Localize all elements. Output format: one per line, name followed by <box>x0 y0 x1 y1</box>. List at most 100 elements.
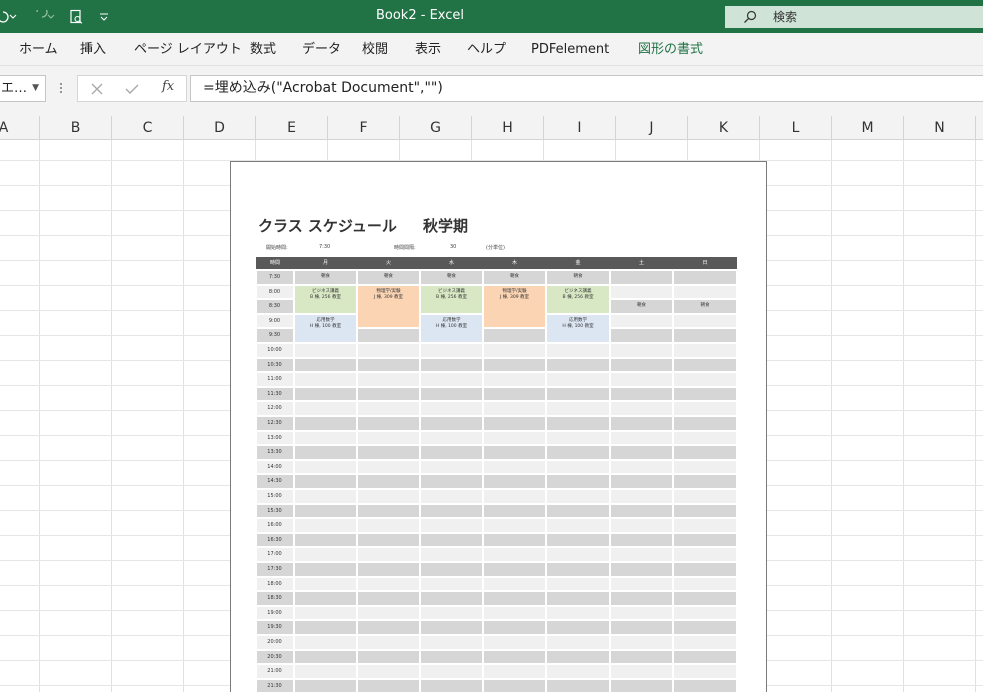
schedule-cell <box>611 402 672 415</box>
column-header[interactable]: G <box>400 116 472 140</box>
schedule-cell <box>295 402 356 415</box>
interval-unit: (分単位) <box>486 245 505 251</box>
class-event: 応用数学 H 棟, 100 教室 <box>295 314 356 342</box>
schedule-cell <box>358 592 419 605</box>
class-event: ビジネス講義 B 棟, 256 教室 <box>421 285 482 313</box>
tab-insert[interactable]: 挿入 <box>80 33 106 66</box>
column-header[interactable]: B <box>40 116 112 140</box>
column-header[interactable]: D <box>184 116 256 140</box>
schedule-cell <box>611 475 672 488</box>
schedule-cell <box>295 358 356 372</box>
column-header[interactable]: M <box>832 116 904 140</box>
schedule-row: 20:00 <box>256 635 737 650</box>
more-options-icon[interactable] <box>58 80 64 96</box>
schedule-cell <box>421 431 482 445</box>
class-event: ビジネス講義 B 棟, 256 教室 <box>295 285 356 313</box>
schedule-cell <box>674 665 736 678</box>
chevron-down-icon[interactable]: ▼ <box>32 76 39 101</box>
schedule-cell <box>358 519 419 532</box>
schedule-cell <box>547 533 609 547</box>
column-header[interactable]: C <box>112 116 184 140</box>
schedule-cell <box>421 387 482 401</box>
column-header[interactable]: L <box>760 116 832 140</box>
schedule-cell <box>674 417 736 430</box>
schedule-cell <box>547 519 609 532</box>
schedule-cell <box>611 504 672 518</box>
schedule-row: 15:00 <box>256 489 737 504</box>
schedule-cell <box>295 606 356 620</box>
column-headers: ABCDEFGHIJKLMN <box>0 116 983 140</box>
schedule-cell <box>484 665 545 678</box>
schedule-cell <box>295 592 356 605</box>
time-label: 15:00 <box>267 493 282 499</box>
tab-data[interactable]: データ <box>302 33 341 66</box>
schedule-row: 11:00 <box>256 372 737 387</box>
breakfast-label: 朝食 <box>321 274 330 279</box>
time-label: 17:30 <box>267 566 282 572</box>
schedule-cell <box>295 344 356 357</box>
time-label: 20:30 <box>267 653 282 660</box>
formula-input[interactable]: =埋め込み("Acrobat Document","") <box>190 75 983 102</box>
tab-help[interactable]: ヘルプ <box>467 33 506 66</box>
time-label: 20:00 <box>267 639 282 645</box>
schedule-cell <box>358 533 419 547</box>
schedule-cell <box>484 344 545 357</box>
tab-formulas[interactable]: 数式 <box>250 33 276 66</box>
schedule-cell <box>547 679 609 692</box>
schedule-cell <box>421 504 482 518</box>
column-header[interactable]: J <box>616 116 688 140</box>
schedule-cell <box>547 606 609 620</box>
tab-home[interactable]: ホーム <box>19 33 58 66</box>
tab-shape-format[interactable]: 図形の書式 <box>638 33 703 66</box>
tab-page-layout[interactable]: ページ レイアウト <box>134 33 242 66</box>
insert-function-icon[interactable]: fx <box>162 79 174 94</box>
schedule-cell <box>358 358 419 372</box>
schedule-cell <box>421 490 482 503</box>
tab-view[interactable]: 表示 <box>415 33 441 66</box>
schedule-cell <box>484 402 545 415</box>
time-label: 19:00 <box>267 609 282 616</box>
schedule-cell <box>674 548 736 561</box>
tab-review[interactable]: 校閲 <box>362 33 388 66</box>
schedule-cell <box>611 460 672 474</box>
tab-pdfelement[interactable]: PDFelement <box>531 33 609 66</box>
schedule-cell <box>421 358 482 372</box>
column-header[interactable]: E <box>256 116 328 140</box>
schedule-cell <box>674 431 736 445</box>
time-label: 14:30 <box>267 478 282 485</box>
schedule-cell <box>674 314 736 328</box>
schedule-cell <box>547 621 609 634</box>
schedule-cell <box>674 621 736 634</box>
schedule-cell <box>611 563 672 576</box>
schedule-cell <box>547 417 609 430</box>
schedule-cell <box>674 650 736 664</box>
schedule-cell <box>421 344 482 357</box>
time-label: 10:00 <box>267 347 282 353</box>
schedule-cell <box>421 636 482 649</box>
time-label: 9:30 <box>268 332 281 339</box>
embedded-acrobat-document[interactable]: クラス スケジュール 秋学期 開始時間: 7:30 時間間隔: 30 (分単位)… <box>230 161 767 692</box>
search-box[interactable]: 検索 <box>725 6 983 28</box>
schedule-cell <box>674 373 736 386</box>
column-header[interactable]: F <box>328 116 400 140</box>
schedule-cell <box>484 606 545 620</box>
schedule-cell <box>358 548 419 561</box>
schedule-cell <box>674 533 736 547</box>
column-header[interactable]: N <box>904 116 976 140</box>
schedule-row: 20:30 <box>256 650 737 665</box>
schedule-cell <box>674 577 736 591</box>
column-header[interactable]: K <box>688 116 760 140</box>
schedule-cell <box>421 519 482 532</box>
column-header[interactable]: A <box>0 116 40 140</box>
enter-icon[interactable] <box>124 82 140 96</box>
schedule-cell <box>547 650 609 664</box>
schedule-cell <box>547 577 609 591</box>
time-label: 11:30 <box>267 390 282 397</box>
schedule-row: 19:00 <box>256 606 737 621</box>
cancel-icon[interactable] <box>90 82 104 96</box>
column-header[interactable]: H <box>472 116 544 140</box>
name-box[interactable]: エ… ▼ <box>0 75 46 102</box>
schedule-row: 10:00 <box>256 343 737 358</box>
column-header[interactable]: I <box>544 116 616 140</box>
schedule-cell <box>295 417 356 430</box>
